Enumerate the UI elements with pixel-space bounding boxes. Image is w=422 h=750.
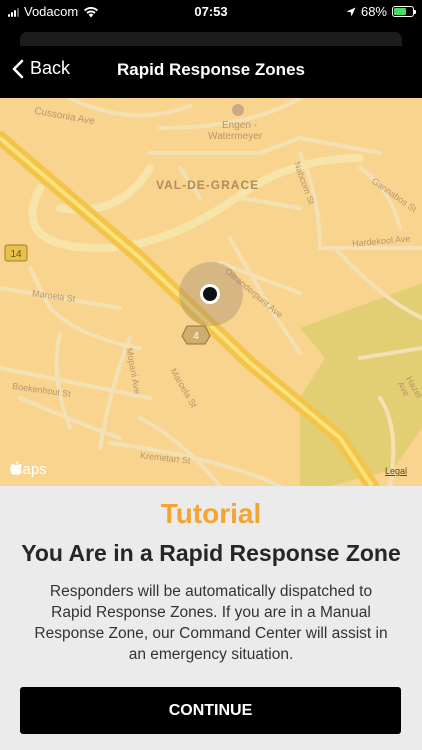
legal-link[interactable]: Legal [385, 466, 407, 476]
route-shield-4: 4 [193, 331, 199, 342]
map-view[interactable]: 14 4 Cussonia Ave Engen - Watermeyer Nab… [0, 98, 422, 486]
navigation-bar: Back Rapid Response Zones [0, 24, 422, 98]
battery-percent: 68% [360, 4, 387, 19]
poi-label: Watermeyer [208, 131, 263, 142]
tutorial-body: Responders will be automatically dispatc… [34, 583, 388, 663]
sheet-background [20, 32, 402, 46]
apple-maps-logo: Maps [10, 461, 47, 478]
continue-button[interactable]: CONTINUE [20, 687, 401, 734]
back-label: Back [30, 58, 71, 78]
back-button[interactable]: Back [12, 58, 70, 79]
tutorial-panel: Tutorial You Are in a Rapid Response Zon… [0, 486, 422, 750]
location-arrow-icon [346, 7, 356, 16]
page-title-text: Rapid Response Zones [117, 60, 305, 79]
current-location-icon[interactable] [200, 284, 220, 304]
area-label: VAL-DE-GRACE [156, 178, 260, 192]
apple-icon [10, 461, 22, 475]
chevron-left-icon [12, 59, 24, 78]
battery-fill [394, 8, 407, 15]
tutorial-label: Tutorial [160, 498, 262, 529]
battery-charging-icon [392, 6, 416, 17]
status-right: 68% [346, 4, 416, 19]
status-bar: Vodacom 07:53 68% [0, 0, 422, 24]
poi-label: Engen - [222, 120, 258, 131]
route-shield-14: 14 [10, 249, 22, 260]
tutorial-heading: You Are in a Rapid Response Zone [21, 540, 401, 566]
